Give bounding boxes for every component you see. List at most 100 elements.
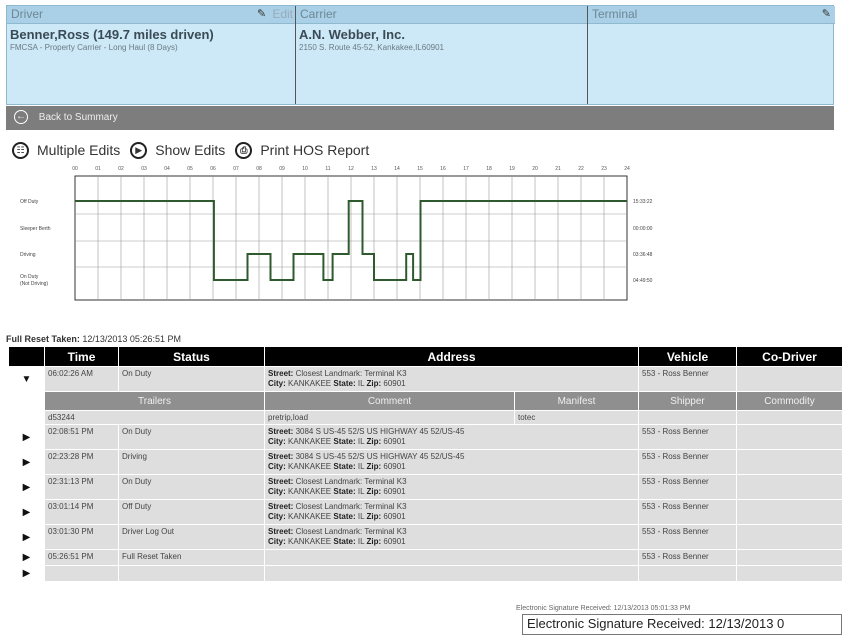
carrier-caption: Carrier (300, 7, 337, 21)
time-column-header[interactable]: Time (44, 346, 119, 367)
row-expander-icon[interactable]: ▼ (8, 366, 45, 392)
vehicle-column-header[interactable]: Vehicle (638, 346, 737, 367)
multiple-edits-button[interactable]: ☷ Multiple Edits (12, 141, 120, 159)
duty-row-totals: 15:33:22 00:00:00 03:36:48 04:49:50 (633, 199, 653, 284)
duty-row-total: 15:33:22 (633, 199, 653, 205)
row-expander-icon[interactable]: ▶ (8, 449, 45, 475)
pencil-icon[interactable]: ✎ (822, 7, 831, 20)
row-expander-icon[interactable]: ▶ (8, 524, 45, 550)
row-co-driver (736, 449, 842, 475)
address-street-line: Street: Closest Landmark: Terminal K3 (268, 477, 635, 487)
address-column-header[interactable]: Address (264, 346, 639, 367)
hour-label: 11 (325, 166, 330, 172)
street-label: Street: (268, 427, 294, 436)
row-time: 06:02:26 AM (44, 366, 119, 392)
manifest-header: Manifest (514, 391, 639, 411)
duty-row-total: 00:00:00 (633, 226, 653, 232)
address-city-line: City: KANKAKEE State: IL Zip: 60901 (268, 487, 635, 497)
co-driver-column-header[interactable]: Co-Driver (736, 346, 842, 367)
row-status: Full Reset Taken (118, 549, 265, 566)
table-row[interactable]: ▶ 03:01:14 PM Off Duty Street: Closest Land… (8, 499, 842, 525)
state-value: IL (357, 487, 365, 496)
row-expander-icon[interactable]: ▶ (8, 549, 45, 566)
table-row[interactable]: ▶ 02:08:51 PM On Duty Street: 3084 S US-45 … (8, 424, 842, 450)
hour-label: 14 (394, 166, 400, 172)
row-expander-icon[interactable]: ▶ (8, 565, 45, 582)
show-edits-icon: ▶ (130, 141, 148, 159)
row-address: Street: Closest Landmark: Terminal K3 Cit… (264, 524, 639, 550)
detail-header-row: Trailers Comment Manifest Shipper Commodity (8, 391, 842, 411)
back-arrow-icon[interactable]: ← (14, 110, 28, 125)
table-row[interactable]: ▶ 05:26:51 PM Full Reset Taken 553 - Ross B… (8, 549, 842, 566)
row-expander-icon[interactable]: ▶ (8, 474, 45, 500)
driver-caption: Driver (11, 7, 43, 21)
full-reset-value: 12/13/2013 05:26:51 PM (82, 334, 181, 344)
zip-label: Zip: (366, 537, 382, 546)
hour-label: 23 (601, 166, 607, 172)
hour-label: 15 (417, 166, 423, 172)
back-to-summary-label[interactable]: Back to Summary (39, 112, 118, 123)
street-value: 3084 S US-45 52/S US HIGHWAY 45 52/US-45 (295, 427, 465, 436)
empty-cell (44, 565, 119, 582)
terminal-caption: Terminal (592, 7, 638, 21)
address-street-line: Street: Closest Landmark: Terminal K3 (268, 502, 635, 512)
carrier-name: A.N. Webber, Inc. (299, 27, 405, 42)
row-status: On Duty (118, 424, 265, 450)
city-value: KANKAKEE (288, 487, 332, 496)
back-to-summary-bar[interactable]: ← Back to Summary (6, 106, 834, 130)
row-co-driver (736, 524, 842, 550)
table-row[interactable]: ▶ 02:31:13 PM On Duty Street: Closest Landm… (8, 474, 842, 500)
row-expander-icon[interactable]: ▶ (8, 499, 45, 525)
duty-status-graph: 00 01 02 03 04 05 06 07 08 09 10 11 12 13 14 15 16 17 18 19… (20, 166, 653, 301)
commodity-header: Commodity (736, 391, 842, 411)
address-street-line: Street: Closest Landmark: Terminal K3 (268, 369, 635, 379)
graph-grid (74, 175, 628, 301)
row-address: Street: Closest Landmark: Terminal K3 Cit… (264, 474, 639, 500)
state-value: IL (357, 379, 365, 388)
empty-cell (264, 565, 639, 582)
city-value: KANKAKEE (288, 512, 332, 521)
state-label: State: (333, 437, 356, 446)
table-header-row: Time Status Address Vehicle Co-Driver (8, 346, 842, 367)
status-column-header[interactable]: Status (118, 346, 265, 367)
table-row[interactable]: ▶ 03:01:30 PM Driver Log Out Street: Closes… (8, 524, 842, 550)
state-label: State: (333, 512, 356, 521)
hour-label: 10 (302, 166, 308, 172)
row-expander-icon[interactable]: ▶ (8, 424, 45, 450)
state-value: IL (357, 462, 365, 471)
show-edits-label[interactable]: Show Edits (155, 142, 225, 158)
row-time: 02:23:28 PM (44, 449, 119, 475)
row-co-driver (736, 424, 842, 450)
duty-row-total: 03:36:48 (633, 252, 653, 258)
duty-row-label: Off Duty (20, 199, 39, 205)
row-co-driver (736, 366, 842, 392)
print-hos-report-button[interactable]: ⎙ Print HOS Report (235, 141, 369, 159)
hour-label: 06 (210, 166, 216, 172)
hour-label: 04 (164, 166, 170, 172)
zip-value: 60901 (383, 487, 406, 496)
edit-driver-link[interactable]: Edit (272, 7, 293, 21)
address-city-line: City: KANKAKEE State: IL Zip: 60901 (268, 537, 635, 547)
row-co-driver (736, 474, 842, 500)
row-vehicle: 553 - Ross Benner (638, 449, 737, 475)
address-city-line: City: KANKAKEE State: IL Zip: 60901 (268, 437, 635, 447)
hour-label: 21 (555, 166, 561, 172)
pencil-icon[interactable]: ✎ (257, 7, 266, 20)
multiple-edits-label[interactable]: Multiple Edits (37, 142, 120, 158)
state-value: IL (357, 537, 365, 546)
print-hos-report-label[interactable]: Print HOS Report (260, 142, 369, 158)
hour-label: 07 (233, 166, 239, 172)
table-row[interactable]: ▶ (8, 565, 842, 582)
table-row[interactable]: ▶ 02:23:28 PM Driving Street: 3084 S US-45 … (8, 449, 842, 475)
empty-cell (736, 565, 842, 582)
row-co-driver (736, 499, 842, 525)
row-co-driver (736, 549, 842, 566)
row-vehicle: 553 - Ross Benner (638, 524, 737, 550)
show-edits-button[interactable]: ▶ Show Edits (130, 141, 225, 159)
duty-row-labels: Off Duty Sleeper Berth Driving On Duty(Not … (20, 199, 51, 287)
table-row[interactable]: ▼ 06:02:26 AM On Duty Street: Closest Landm… (8, 366, 842, 392)
state-label: State: (333, 537, 356, 546)
zip-value: 60901 (383, 437, 406, 446)
zip-label: Zip: (366, 437, 382, 446)
zip-value: 60901 (383, 379, 406, 388)
